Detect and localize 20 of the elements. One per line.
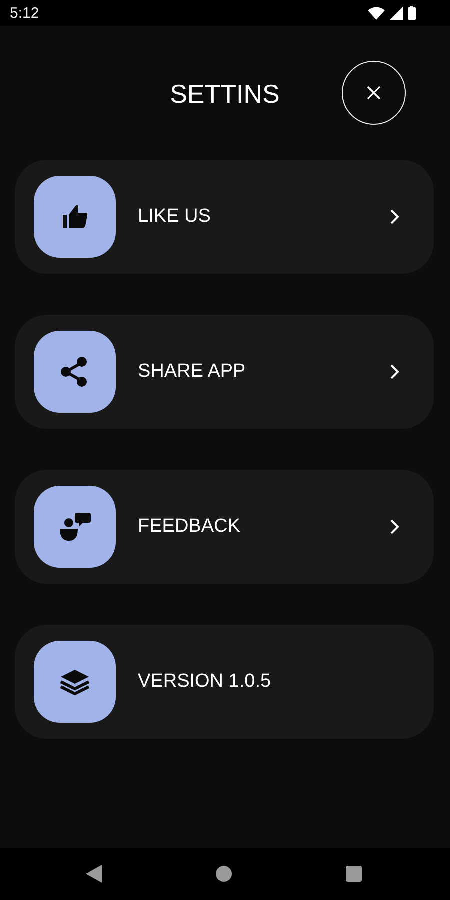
wifi-icon [368,6,385,20]
item-label: SHARE APP [138,361,247,383]
share-icon [60,355,90,389]
battery-icon [408,6,416,20]
signal-icon [390,6,403,20]
person-speech-icon [59,511,91,543]
home-icon[interactable] [216,866,232,882]
settings-card[interactable]: LIKE US [15,160,434,274]
settings-card[interactable]: FEEDBACK [15,470,434,584]
close-button[interactable] [342,61,406,125]
item-label: FEEDBACK [138,516,242,538]
clock-time: 5:12 [10,4,40,22]
item-label: LIKE US [138,206,212,228]
settings-card[interactable]: SHARE APP [15,315,434,429]
layers-icon [60,667,90,697]
settings-card[interactable]: VERSION 1.0.5 [15,625,434,739]
close-icon [367,86,381,100]
item-label: VERSION 1.0.5 [138,671,272,693]
back-icon[interactable] [86,865,102,883]
page-title: SETTINS [170,78,280,110]
